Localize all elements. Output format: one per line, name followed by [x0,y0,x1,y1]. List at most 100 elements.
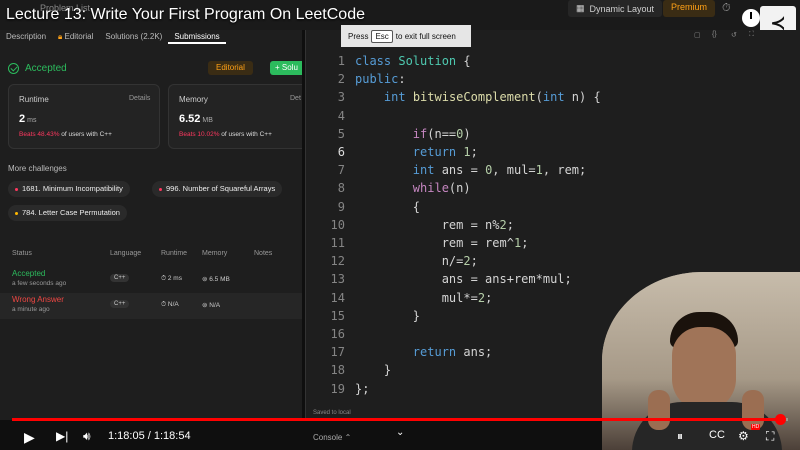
submission-status[interactable]: Wrong Answer [12,295,64,304]
line-number: 12 [330,254,345,269]
difficulty-dot [15,187,18,191]
current-time: 1:18:05 [108,430,145,442]
memory-cell: ⊚ 6.5 MB [202,275,230,283]
runtime-column-header: Runtime [161,250,188,257]
code-line[interactable]: int bitwiseComplement(int n) { [355,90,601,104]
line-number: 11 [330,236,345,250]
memory-details-link[interactable]: Det [290,95,301,102]
code-line[interactable]: class Solution { [355,54,471,68]
bookmark-icon[interactable]: ▢ [694,31,701,39]
submission-status[interactable]: Accepted [12,269,45,278]
runtime-cell: ⏱ 2 ms [161,275,182,283]
memory-beats-suffix: of users with C++ [221,131,272,138]
code-line[interactable]: ans = ans+rem*mul; [355,272,572,286]
console-button[interactable]: Console ⌃ [313,433,351,442]
line-number: 17 [330,345,345,360]
more-challenges-heading: More challenges [8,164,67,173]
memory-label: Memory [179,95,208,104]
runtime-cell: ⏱ N/A [161,301,179,309]
dynamic-layout-button[interactable]: ▦ Dynamic Layout [568,0,663,17]
exit-fullscreen-icon[interactable]: ⛶ [766,429,774,444]
code-line[interactable]: public: [355,72,406,86]
timer-icon[interactable]: ⏱ [722,2,731,15]
line-number: 3 [337,90,345,105]
volume-icon[interactable]: 🔊︎ [83,429,91,444]
format-icon[interactable]: {} [712,31,717,38]
line-number: 1 [337,54,345,68]
code-line[interactable]: return ans; [355,345,492,359]
code-line[interactable]: if(n==0) [355,127,471,141]
code-line[interactable]: } [355,363,391,377]
memory-cell: ⊚ N/A [202,301,220,309]
tab-editorial-label: Editorial [64,32,94,41]
watch-later-icon[interactable] [742,9,760,27]
memory-cell-value: N/A [209,302,221,309]
time-display: 1:18:05 / 1:18:54 [108,430,191,442]
hd-badge: HD [751,424,761,430]
time-separator: / [144,430,154,442]
challenge-chip[interactable]: 996. Number of Squareful Arrays [152,181,283,197]
code-line[interactable]: int ans = 0, mul=1, rem; [355,163,586,177]
code-line[interactable]: return 1; [355,145,478,159]
submission-row[interactable]: Accepted a few seconds ago C++ ⏱ 2 ms ⊚ … [0,267,302,293]
line-number: 10 [330,217,345,232]
left-tabs: Description 🔒︎ Editorial Solutions (2.2K… [0,30,302,44]
line-number: 5 [337,126,345,141]
dynamic-layout-label: Dynamic Layout [589,3,655,14]
challenge-chip[interactable]: 1681. Minimum Incompatibility [8,181,130,197]
editorial-button[interactable]: Editorial [208,61,253,75]
accepted-label: Accepted [25,63,67,74]
challenge-label: 1681. Minimum Incompatibility [22,184,123,193]
code-line[interactable]: n/=2; [355,254,478,268]
runtime-details-link[interactable]: Details [129,95,150,102]
video-progress-bar[interactable] [12,414,788,425]
line-number: 6 [337,145,345,159]
code-line[interactable]: mul*=2; [355,291,493,305]
code-line[interactable]: rem = rem^1; [355,236,529,250]
submission-row[interactable]: Wrong Answer a minute ago C++ ⏱ N/A ⊚ N/… [0,293,302,319]
autoplay-toggle-icon[interactable]: ⏸ [677,429,683,444]
tab-description[interactable]: Description [0,30,52,44]
clock-icon: ⏱ [161,275,168,282]
runtime-card[interactable]: Runtime Details 2 ms Beats 48.43% of user… [8,84,160,149]
challenge-label: 996. Number of Squareful Arrays [166,184,276,193]
runtime-number: 2 [19,113,26,125]
code-line[interactable]: { [355,200,420,214]
runtime-unit: ms [27,117,37,124]
tab-solutions[interactable]: Solutions (2.2K) [99,30,168,44]
progress-scrubber[interactable] [774,414,786,425]
post-solution-button[interactable]: + Solu [270,61,302,75]
play-icon[interactable]: ▶ [24,429,35,446]
line-number: 18 [330,363,345,378]
code-line[interactable]: } [355,309,420,323]
expand-icon[interactable]: ⛶ [749,31,754,39]
line-number: 8 [337,181,345,196]
tab-editorial[interactable]: 🔒︎ Editorial [52,30,99,44]
fullscreen-suffix: to exit full screen [395,31,456,41]
code-line[interactable]: while(n) [355,181,471,195]
memory-column-header: Memory [202,250,228,257]
notes-column-header: Notes [254,250,273,257]
status-column-header[interactable]: Status [12,250,32,257]
settings-gear-icon[interactable]: ⚙ [738,429,749,443]
layout-icon: ▦ [576,3,585,13]
progress-fill [12,418,780,421]
language-column-header[interactable]: Language [110,250,141,257]
code-line[interactable]: }; [355,382,369,396]
esc-key: Esc [371,29,393,43]
challenge-chip[interactable]: 784. Letter Case Permutation [8,205,127,221]
tab-submissions[interactable]: Submissions [168,30,226,44]
submission-time: a few seconds ago [12,280,67,287]
premium-button[interactable]: Premium [663,0,716,17]
reset-icon[interactable]: ↺ [731,31,737,39]
next-icon[interactable]: ▶| [56,429,68,443]
memory-card[interactable]: Memory Det 6.52 MB Beats 10.02% of users … [168,84,302,149]
runtime-value: 2 ms [19,113,36,125]
chevron-down-icon[interactable]: ⌄ [396,427,404,438]
submission-panel: Description 🔒︎ Editorial Solutions (2.2K… [0,30,302,420]
memory-value: 6.52 MB [179,113,213,125]
captions-icon[interactable]: CC [709,429,725,441]
video-title[interactable]: Lecture 13: Write Your First Program On … [6,6,365,24]
memory-beats-pct: Beats 10.02% [179,131,220,138]
code-line[interactable]: rem = n%2; [355,218,514,232]
